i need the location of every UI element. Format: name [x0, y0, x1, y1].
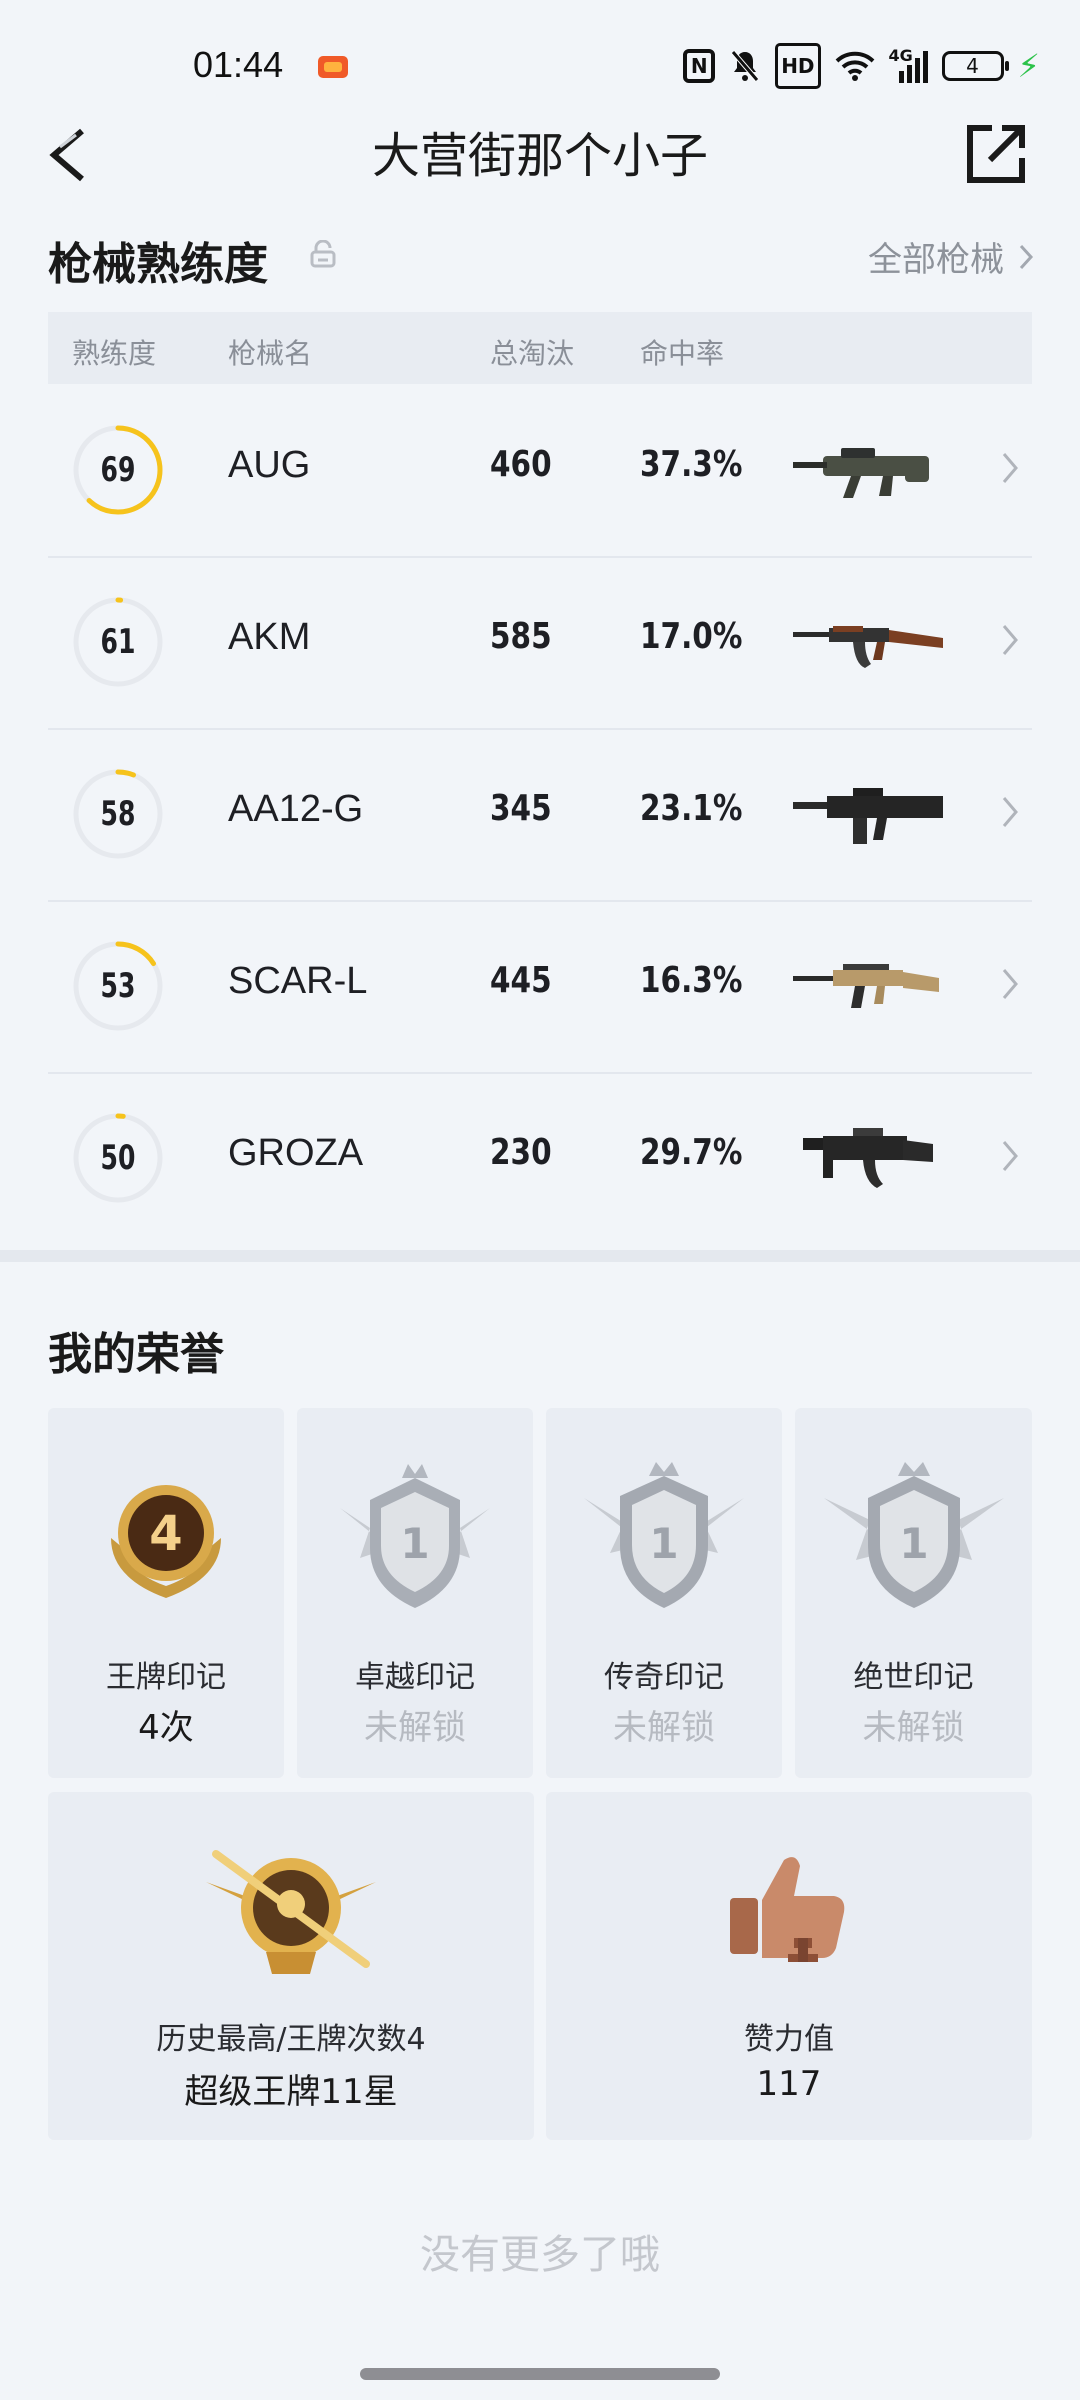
weapon-hit-rate: 37.3% [640, 444, 743, 485]
likes-value: 117 [756, 2064, 822, 2104]
weapon-name: AKM [228, 616, 311, 658]
weapon-row[interactable]: 53 SCAR-L 445 16.3% [48, 902, 1032, 1074]
peerless-mark-badge-icon: 1 [823, 1462, 1004, 1608]
proficiency-ring: 69 [70, 422, 166, 518]
excellence-badge-number: 1 [400, 1519, 429, 1568]
col-weapon-name: 枪械名 [228, 337, 313, 370]
weapon-hit-rate: 29.7% [640, 1132, 743, 1173]
groza-rifle-icon [803, 1128, 933, 1188]
mark-label: 卓越印记 [355, 1660, 475, 1695]
legend-mark-badge-icon: 1 [584, 1462, 744, 1608]
chevron-right-icon [1002, 453, 1018, 483]
weapon-row[interactable]: 50 GROZA 230 29.7% [48, 1074, 1032, 1244]
likes-label: 赞力值 [744, 2022, 834, 2057]
peerless-mark-card[interactable]: 1 绝世印记 未解锁 [795, 1408, 1032, 1778]
scar-rifle-icon [793, 964, 939, 1008]
weapon-row[interactable]: 69 AUG 460 37.3% [48, 386, 1032, 558]
weapon-kills: 585 [490, 616, 552, 657]
page-title: 大营街那个小子 [371, 128, 708, 184]
proficiency-ring: 58 [70, 766, 166, 862]
ace-mark-card[interactable]: 4 王牌印记 4次 [48, 1408, 284, 1778]
legend-mark-card[interactable]: 1 传奇印记 未解锁 [546, 1408, 782, 1778]
status-time: 01:44 [193, 44, 284, 85]
col-total-kills: 总淘汰 [490, 337, 575, 370]
all-weapons-label: 全部枪械 [868, 240, 1004, 280]
weapon-name: GROZA [228, 1132, 364, 1174]
section-divider [0, 1250, 1080, 1262]
best-rank-value: 超级王牌11星 [184, 2072, 398, 2112]
share-button[interactable] [964, 122, 1028, 186]
ace-mark-badge-icon: 4 [111, 1485, 221, 1598]
likes-card[interactable]: 赞力值 117 [546, 1792, 1032, 2140]
weapon-row[interactable]: 61 AKM 585 17.0% [48, 558, 1032, 730]
aug-rifle-icon [793, 448, 929, 498]
share-export-icon [967, 125, 1025, 183]
col-proficiency: 熟练度 [72, 337, 157, 370]
peerless-badge-number: 1 [899, 1519, 928, 1568]
status-bar: 01:44 N HD 4G 4 ⚡ [0, 0, 1080, 120]
legend-badge-number: 1 [649, 1519, 678, 1568]
cellular-signal-icon: 4G [889, 46, 928, 86]
weapon-kills: 445 [490, 960, 552, 1001]
weapon-name: AUG [228, 444, 311, 486]
best-rank-label: 历史最高/王牌次数4 [156, 2022, 426, 2057]
no-more-text: 没有更多了哦 [420, 2232, 660, 2278]
weapon-table-header: 熟练度 枪械名 总淘汰 命中率 [48, 312, 1032, 384]
hd-voice-icon: HD [775, 43, 821, 89]
wifi-icon [835, 46, 875, 86]
status-icons: N HD 4G 4 ⚡ [683, 43, 1040, 89]
proficiency-level: 50 [100, 1138, 136, 1178]
mark-label: 绝世印记 [853, 1660, 974, 1695]
chevron-right-icon [1002, 969, 1018, 999]
weapon-hit-rate: 23.1% [640, 788, 743, 829]
charging-icon: ⚡ [1017, 47, 1040, 85]
home-indicator[interactable] [360, 2368, 720, 2380]
proficiency-level: 69 [100, 450, 136, 490]
ace-badge-number: 4 [149, 1506, 182, 1562]
battery-icon: 4 [941, 51, 1009, 81]
weapon-hit-rate: 17.0% [640, 616, 743, 657]
mark-value: 未解锁 [364, 1708, 466, 1748]
mute-bell-icon [729, 46, 761, 86]
mark-value: 未解锁 [613, 1708, 715, 1748]
mark-label: 传奇印记 [604, 1660, 724, 1695]
weapon-proficiency-title: 枪械熟练度 [48, 239, 268, 290]
weapon-hit-rate: 16.3% [640, 960, 743, 1001]
chevron-right-icon [1002, 625, 1018, 655]
chevron-right-icon [1019, 244, 1034, 269]
honors-title: 我的荣誉 [48, 1329, 224, 1380]
weapon-kills: 230 [490, 1132, 552, 1173]
network-type: 4G [888, 46, 913, 65]
nfc-icon: N [683, 49, 716, 83]
proficiency-ring: 61 [70, 594, 166, 690]
akm-rifle-icon [793, 626, 943, 668]
super-ace-rank-icon [206, 1850, 376, 1974]
mark-value: 未解锁 [862, 1708, 965, 1748]
weapon-kills: 460 [490, 444, 552, 485]
game-app-indicator-icon [318, 56, 348, 78]
thumbs-up-icon [730, 1857, 845, 1962]
mark-label: 王牌印记 [106, 1660, 226, 1695]
excellence-mark-badge-icon: 1 [340, 1464, 490, 1608]
weapon-list: 69 AUG 460 37.3% 61 AKM 585 17.0% 58 AA1… [48, 386, 1032, 1244]
aa12-shotgun-icon [793, 788, 943, 844]
chevron-right-icon [1002, 797, 1018, 827]
mark-value: 4次 [138, 1708, 194, 1748]
excellence-mark-card[interactable]: 1 卓越印记 未解锁 [297, 1408, 533, 1778]
weapon-name: SCAR-L [228, 960, 368, 1002]
chevron-right-icon [1002, 1141, 1018, 1171]
proficiency-level: 53 [100, 966, 136, 1006]
proficiency-level: 58 [100, 794, 136, 834]
all-weapons-link[interactable]: 全部枪械 [868, 232, 1034, 281]
lock-icon [310, 240, 336, 268]
weapon-name: AA12-G [228, 788, 364, 830]
proficiency-ring: 50 [70, 1110, 166, 1206]
weapon-row[interactable]: 58 AA12-G 345 23.1% [48, 730, 1032, 902]
best-rank-card[interactable]: 历史最高/王牌次数4 超级王牌11星 [48, 1792, 534, 2140]
col-hit-rate: 命中率 [640, 337, 725, 370]
proficiency-level: 61 [100, 622, 136, 662]
weapon-kills: 345 [490, 788, 552, 829]
proficiency-ring: 53 [70, 938, 166, 1034]
